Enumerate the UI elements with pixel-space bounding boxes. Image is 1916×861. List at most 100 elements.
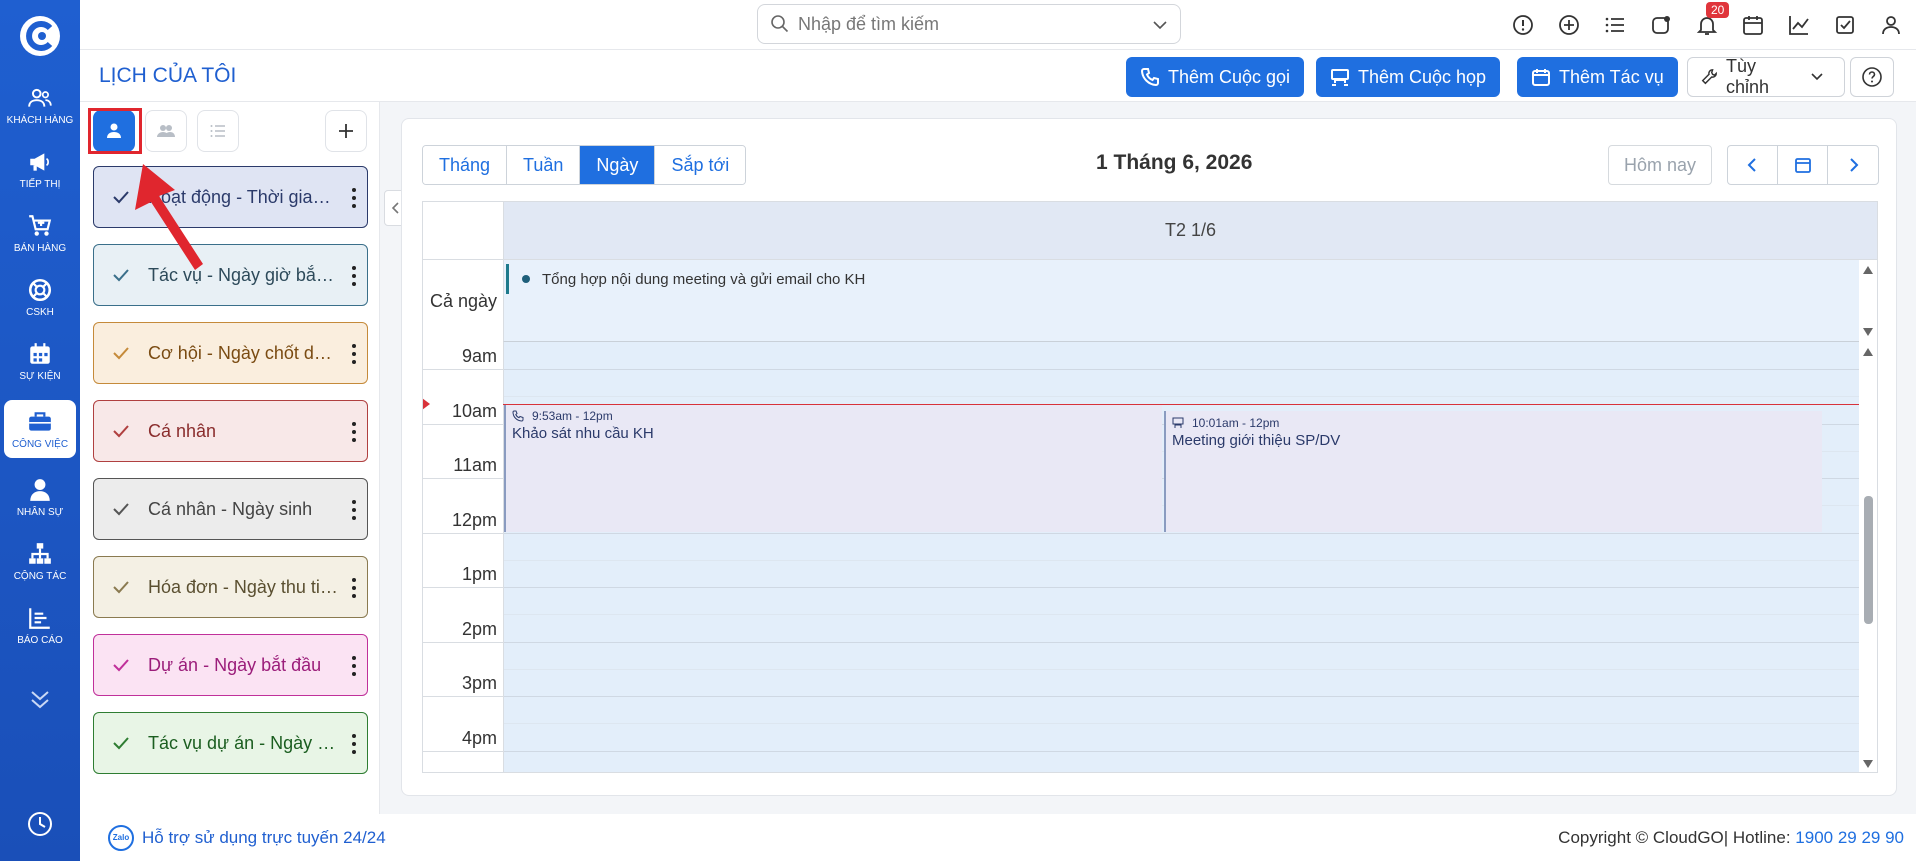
rail-item-support[interactable]: CSKH — [4, 268, 76, 326]
today-button[interactable]: Hôm nay — [1608, 145, 1712, 185]
chevron-double-down-icon[interactable] — [26, 688, 54, 712]
check-icon[interactable] — [112, 344, 130, 362]
allday-event[interactable]: Tổng hợp nội dung meeting và gửi email c… — [506, 264, 1859, 294]
quick-add-button[interactable] — [1546, 10, 1592, 40]
time-area[interactable]: 9:53am - 12pm Khảo sát nhu cầu KH 10:01am … — [503, 342, 1859, 772]
calendar-event[interactable]: 10:01am - 12pm Meeting giới thiệu SP/DV — [1164, 411, 1822, 533]
calendar-list-item[interactable]: Tác vụ dự án - Ngày bắt đầu — [93, 712, 368, 774]
kebab-menu-icon[interactable] — [351, 187, 357, 209]
calendar-list-item[interactable]: Dự án - Ngày bắt đầu — [93, 634, 368, 696]
kebab-menu-icon[interactable] — [351, 421, 357, 443]
check-icon[interactable] — [112, 500, 130, 518]
help-button[interactable] — [1850, 57, 1894, 97]
tab-shared-calendar[interactable] — [145, 110, 187, 152]
add-meeting-button[interactable]: Thêm Cuộc họp — [1316, 57, 1501, 97]
clock-icon[interactable] — [26, 810, 54, 838]
main-rail: KHÁCH HÀNG TIẾP THỊ BÁN HÀNG CSKH SỰ KIỆ… — [0, 0, 80, 861]
scroll-down-icon[interactable] — [1863, 760, 1873, 768]
check-icon[interactable] — [112, 734, 130, 752]
chart-button[interactable] — [1776, 10, 1822, 40]
users-icon — [28, 88, 52, 107]
list-icon — [1605, 17, 1624, 33]
date-picker-button[interactable] — [1778, 146, 1828, 184]
calendar-list-item[interactable]: Hóa đơn - Ngày thu tiền — [93, 556, 368, 618]
rail-label: CÔNG VIỆC — [11, 438, 69, 450]
add-task-label: Thêm Tác vụ — [1559, 66, 1664, 87]
calendar-event[interactable]: 9:53am - 12pm Khảo sát nhu cầu KH — [504, 404, 1162, 533]
scroll-down-icon[interactable] — [1863, 328, 1873, 336]
global-search[interactable] — [757, 4, 1181, 44]
prev-button[interactable] — [1728, 146, 1778, 184]
add-call-button[interactable]: Thêm Cuộc gọi — [1126, 57, 1305, 97]
time-scrollbar[interactable] — [1859, 342, 1877, 772]
chevron-right-icon — [1850, 158, 1859, 172]
help-icon — [1862, 67, 1882, 87]
search-input[interactable] — [798, 13, 1138, 35]
search-icon — [771, 15, 789, 33]
alert-button[interactable] — [1500, 10, 1546, 40]
day-grid: T2 1/6 Cả ngày Tổng hợp nội dung meeting… — [422, 201, 1878, 773]
support-link[interactable]: Hỗ trợ sử dụng trực tuyến 24/24 — [142, 828, 386, 848]
rail-item-marketing[interactable]: TIẾP THỊ — [4, 140, 76, 198]
rail-item-events[interactable]: SỰ KIỆN — [4, 332, 76, 390]
rail-item-work[interactable]: CÔNG VIỆC — [4, 400, 76, 458]
phone-icon — [512, 410, 524, 422]
next-button[interactable] — [1828, 146, 1878, 184]
rail-item-customers[interactable]: KHÁCH HÀNG — [4, 76, 76, 134]
kebab-menu-icon[interactable] — [351, 343, 357, 365]
zalo-icon[interactable]: Zalo — [108, 824, 134, 851]
view-switcher: Tháng Tuần Ngày Sắp tới — [422, 145, 747, 185]
add-meeting-label: Thêm Cuộc họp — [1358, 66, 1487, 87]
profile-button[interactable] — [1868, 10, 1914, 40]
cloudgo-logo[interactable] — [20, 16, 60, 56]
gutter-line — [423, 750, 503, 752]
check-icon[interactable] — [112, 422, 130, 440]
users-icon — [157, 125, 175, 137]
rail-item-hr[interactable]: NHÂN SỰ — [4, 468, 76, 526]
calendar-list-item[interactable]: Cá nhân — [93, 400, 368, 462]
hotline-number[interactable]: 1900 29 29 90 — [1795, 828, 1904, 847]
tab-list-view[interactable] — [197, 110, 239, 152]
tasks-button[interactable] — [1822, 10, 1868, 40]
kebab-menu-icon[interactable] — [351, 655, 357, 677]
hour-label: 3pm — [461, 673, 497, 693]
line-chart-icon — [1789, 16, 1809, 35]
hour-label: 4pm — [461, 727, 497, 748]
check-icon[interactable] — [112, 578, 130, 596]
rail-item-reports[interactable]: BÁO CÁO — [4, 596, 76, 654]
kebab-menu-icon[interactable] — [351, 499, 357, 521]
notifications-button[interactable]: 20 — [1684, 2, 1730, 40]
add-task-button[interactable]: Thêm Tác vụ — [1517, 57, 1678, 97]
updates-button[interactable] — [1638, 10, 1684, 40]
rail-label: SỰ KIỆN — [19, 370, 61, 382]
scroll-up-icon[interactable] — [1863, 266, 1873, 274]
calendar-button[interactable] — [1730, 10, 1776, 40]
rail-item-collab[interactable]: CỘNG TÁC — [4, 532, 76, 590]
calendar-list-item[interactable]: Cơ hội - Ngày chốt dự kiến — [93, 322, 368, 384]
view-upcoming[interactable]: Sắp tới — [655, 146, 746, 184]
cart-icon — [29, 214, 52, 236]
calendar-icon — [1532, 69, 1550, 86]
chevron-left-icon — [391, 202, 399, 214]
scroll-up-icon[interactable] — [1863, 348, 1873, 356]
chevron-down-icon[interactable] — [1152, 18, 1168, 32]
allday-scrollbar[interactable] — [1859, 260, 1877, 342]
kebab-menu-icon[interactable] — [351, 733, 357, 755]
kebab-menu-icon[interactable] — [351, 577, 357, 599]
view-month[interactable]: Tháng — [423, 146, 508, 184]
kebab-menu-icon[interactable] — [351, 265, 357, 287]
hour-label: 12pm — [451, 509, 497, 530]
list-button[interactable] — [1592, 10, 1638, 40]
half-hour-line — [504, 723, 1859, 725]
scroll-thumb[interactable] — [1864, 496, 1873, 624]
hour-label: 11am — [453, 455, 497, 475]
calendar-list-item[interactable]: Cá nhân - Ngày sinh — [93, 478, 368, 540]
check-icon[interactable] — [112, 656, 130, 674]
customize-button[interactable]: Tùy chỉnh — [1687, 56, 1845, 97]
briefcase-icon — [29, 411, 51, 431]
add-calendar-button[interactable] — [325, 110, 367, 152]
view-week[interactable]: Tuần — [507, 146, 581, 184]
copyright-text: Copyright © CloudGO| Hotline: 1900 29 29… — [1558, 828, 1904, 848]
rail-item-sales[interactable]: BÁN HÀNG — [4, 204, 76, 262]
view-day[interactable]: Ngày — [580, 146, 656, 184]
